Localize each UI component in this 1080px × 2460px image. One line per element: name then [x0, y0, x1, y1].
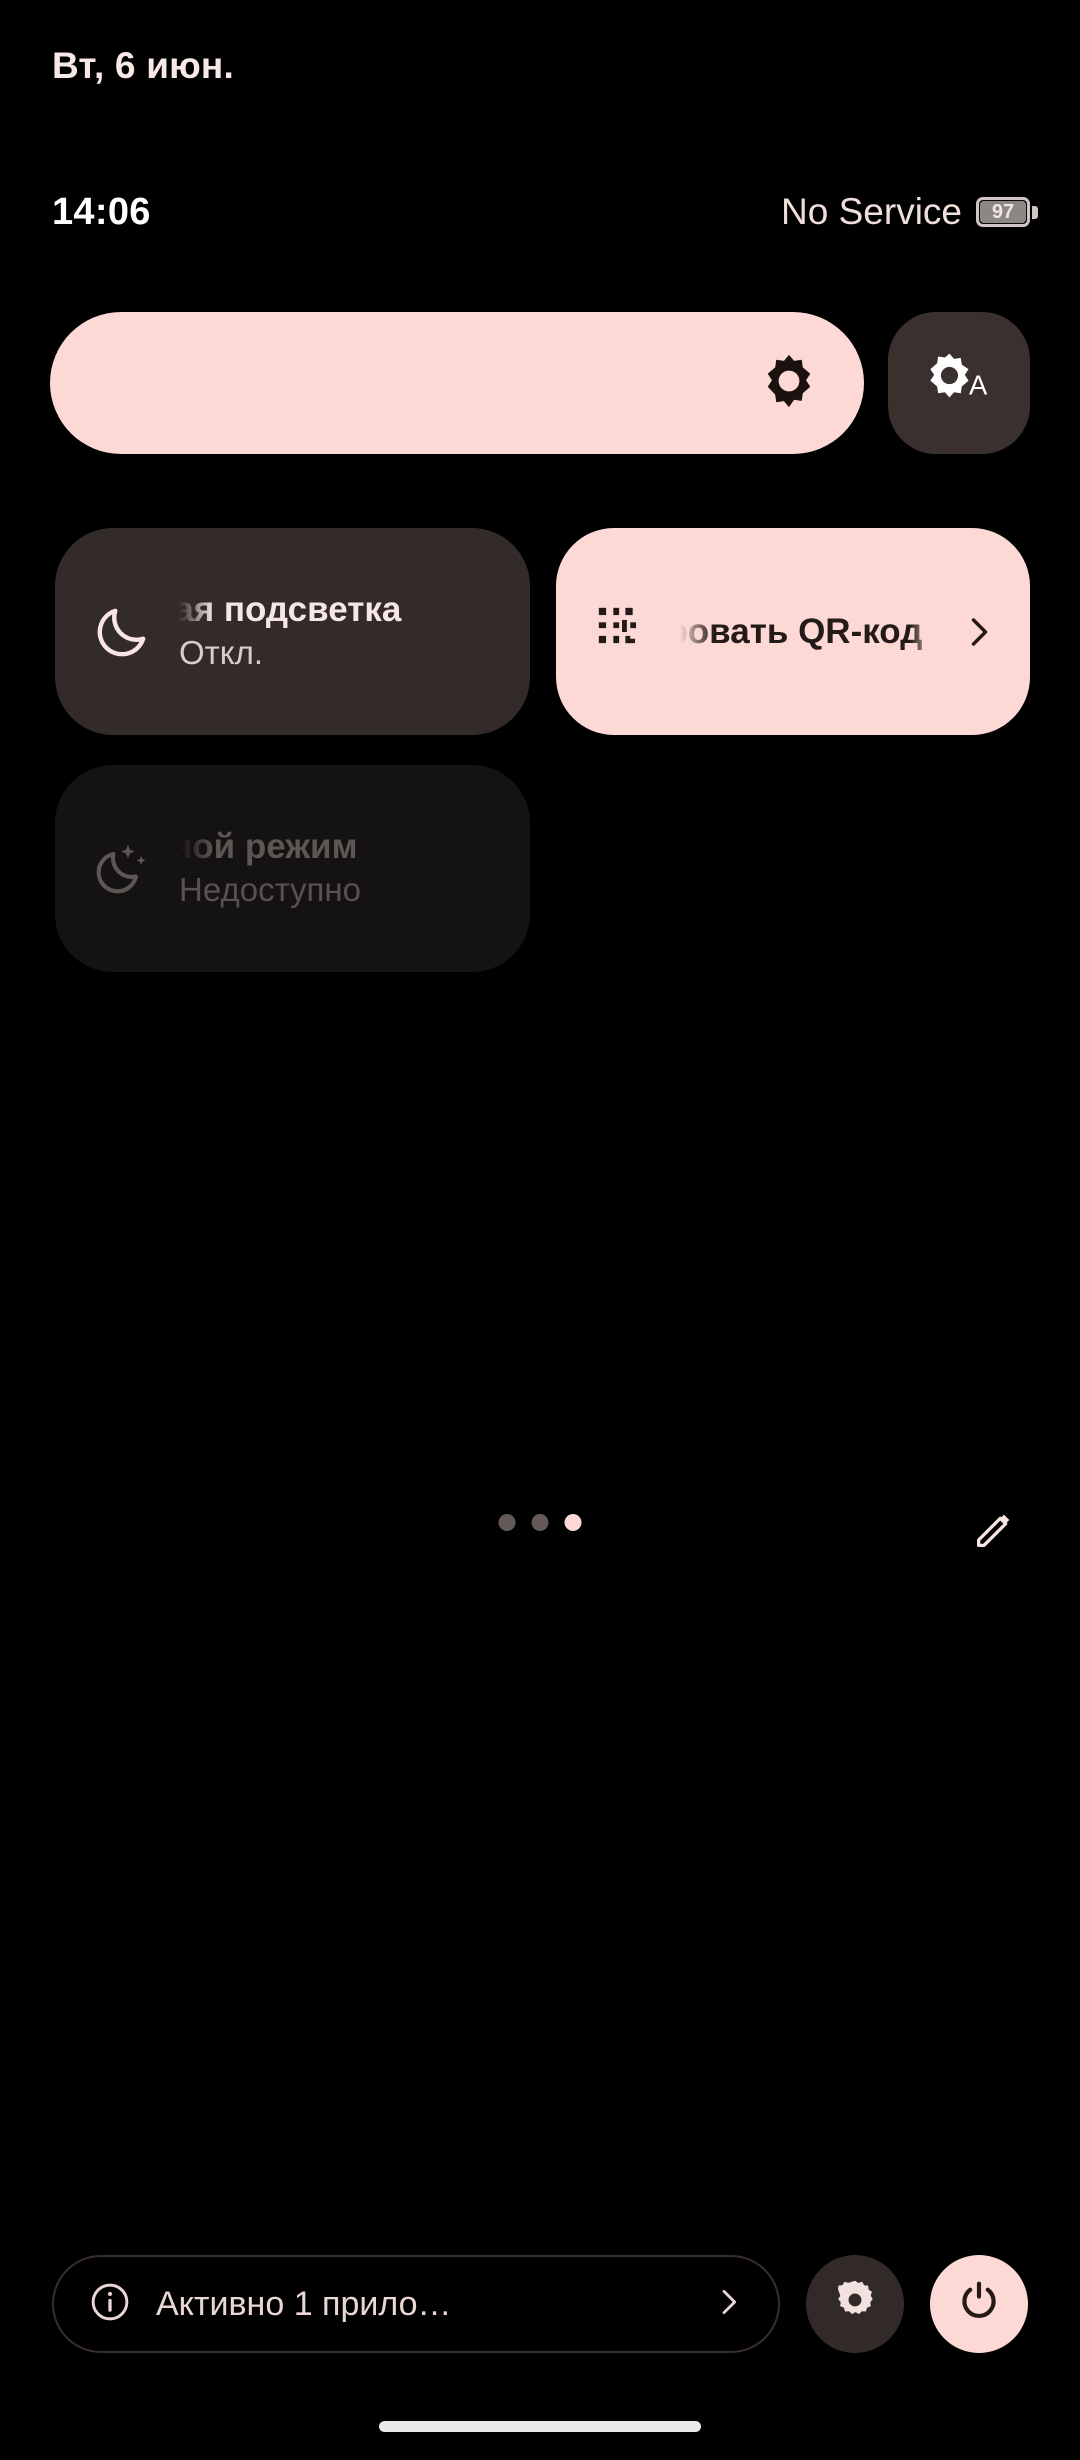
- info-icon: [88, 2280, 132, 2329]
- tile-bedtime-subtitle: Недоступно: [179, 870, 361, 908]
- active-apps-button[interactable]: Активно 1 прило…: [52, 2255, 780, 2353]
- svg-text:A: A: [969, 369, 988, 400]
- quick-settings-panel: Вт, 6 июн. 14:06 No Service 97 A Ночная …: [0, 0, 1080, 2460]
- tile-row-2: Ночной режим Недоступно: [55, 765, 1030, 972]
- status-clock: 14:06: [52, 191, 151, 233]
- page-indicator: [498, 1514, 582, 1531]
- brightness-row: A: [50, 312, 1030, 454]
- tile-night-light[interactable]: Ночная подсветка Откл.: [55, 528, 530, 735]
- power-button[interactable]: [930, 2255, 1028, 2353]
- status-bar-right: No Service 97: [781, 185, 1038, 239]
- battery-icon: 97: [976, 197, 1038, 227]
- brightness-slider[interactable]: [50, 312, 864, 454]
- quick-settings-tiles: Ночная подсветка Откл. Сканировать QR-ко…: [55, 528, 1030, 1002]
- auto-brightness-icon: A: [922, 350, 996, 417]
- tile-scan-qr[interactable]: Сканировать QR-код: [555, 528, 1030, 735]
- battery-body: 97: [976, 197, 1030, 227]
- moon-stars-icon: [89, 838, 155, 900]
- active-apps-label: Активно 1 прило…: [156, 2284, 452, 2323]
- tile-bedtime-texts: Ночной режим Недоступно: [105, 825, 496, 912]
- tile-row-1: Ночная подсветка Откл. Сканировать QR-ко…: [55, 528, 1030, 735]
- battery-level-text: 97: [991, 201, 1015, 223]
- page-dot-3[interactable]: [564, 1514, 582, 1531]
- carrier-label: No Service: [781, 191, 962, 232]
- gear-icon: [830, 2277, 880, 2332]
- settings-button[interactable]: [806, 2255, 904, 2353]
- battery-nub: [1032, 205, 1038, 219]
- tile-night-light-title-wrap: Ночная подсветка: [87, 588, 496, 632]
- chevron-right-icon: [712, 2286, 744, 2323]
- status-bar: 14:06 No Service 97: [0, 185, 1080, 239]
- tile-bedtime-title-wrap: Ночной режим: [105, 825, 496, 869]
- tile-night-light-subtitle: Откл.: [179, 633, 264, 671]
- tile-night-light-texts: Ночная подсветка Откл.: [87, 588, 496, 675]
- date-header: Вт, 6 июн.: [52, 45, 234, 87]
- moon-icon: [89, 601, 155, 663]
- page-dot-2[interactable]: [531, 1514, 549, 1531]
- auto-brightness-button[interactable]: A: [888, 312, 1030, 454]
- tile-scan-qr-texts: Сканировать QR-код: [562, 610, 937, 654]
- home-indicator[interactable]: [379, 2421, 701, 2432]
- power-icon: [954, 2277, 1004, 2332]
- qr-code-icon: [590, 603, 656, 661]
- tile-bedtime-mode[interactable]: Ночной режим Недоступно: [55, 765, 530, 972]
- footer-bar: Активно 1 прило…: [52, 2255, 1028, 2353]
- brightness-sun-icon: [760, 352, 818, 415]
- page-dot-1[interactable]: [498, 1514, 516, 1531]
- date-text: Вт, 6 июн.: [52, 45, 234, 86]
- edit-pencil-icon: [971, 1507, 1017, 1558]
- edit-tiles-button[interactable]: [966, 1504, 1022, 1560]
- chevron-right-icon: [960, 614, 996, 650]
- pager-row: [0, 1500, 1080, 1560]
- tile-scan-qr-title-wrap: Сканировать QR-код: [562, 610, 937, 654]
